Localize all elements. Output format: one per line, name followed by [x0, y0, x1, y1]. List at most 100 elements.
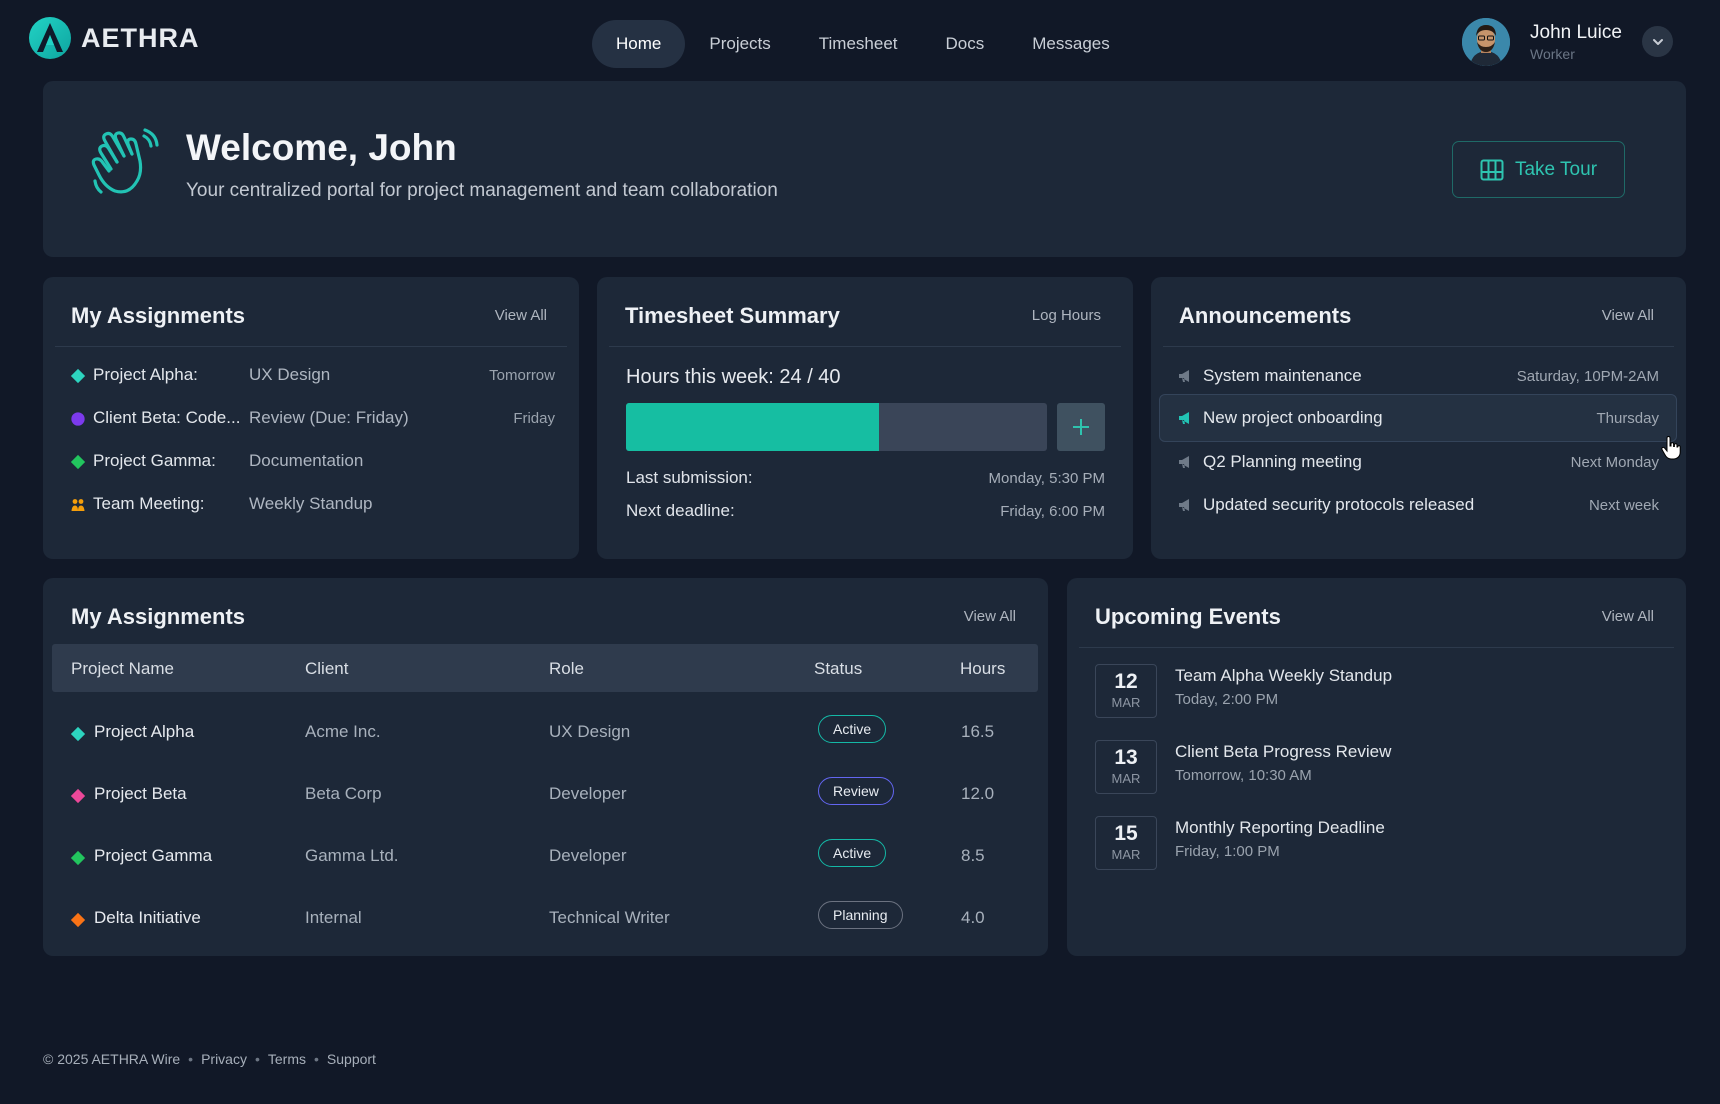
take-tour-button[interactable]: Take Tour [1452, 141, 1625, 198]
project-name[interactable]: Project Gamma [94, 846, 212, 866]
announcement-item[interactable]: System maintenance Saturday, 10PM-2AM [1159, 352, 1677, 400]
card-title: My Assignments [71, 604, 246, 629]
brand-logo[interactable]: AETHRA [28, 16, 200, 60]
assignment-due: Tomorrow [489, 367, 555, 384]
view-all-link[interactable]: View All [1602, 608, 1654, 625]
column-header[interactable]: Project Name [71, 659, 174, 679]
event-date-badge: 12 MAR [1095, 664, 1157, 718]
green-diamond-icon [70, 454, 86, 470]
announcement-title: New project onboarding [1203, 408, 1383, 427]
column-header[interactable]: Hours [960, 659, 1005, 679]
card-title: Announcements [1179, 303, 1352, 328]
role: Developer [549, 846, 627, 865]
status-badge: Planning [818, 901, 903, 929]
event-month: MAR [1111, 847, 1141, 862]
list-item[interactable]: Project Alpha: UX Design Tomorrow [70, 360, 555, 390]
client-name: Internal [305, 908, 362, 927]
hours: 8.5 [961, 846, 985, 865]
announcement-date: Saturday, 10PM-2AM [1516, 368, 1659, 385]
nav-projects[interactable]: Projects [685, 20, 794, 68]
add-hours-button[interactable] [1057, 403, 1105, 451]
separator: • [314, 1051, 319, 1067]
waving-hand-icon [91, 128, 159, 194]
column-header[interactable]: Client [305, 659, 348, 679]
orange-diamond-icon [70, 912, 86, 928]
announcement-title: Q2 Planning meeting [1203, 452, 1362, 471]
hours-progress-fill [626, 403, 879, 451]
copyright: © 2025 AETHRA Wire [43, 1051, 181, 1067]
nav-timesheet[interactable]: Timesheet [795, 20, 922, 68]
assignment-detail: Documentation [249, 451, 364, 470]
table-row[interactable]: Delta Initiative Internal Technical Writ… [52, 888, 1038, 950]
announcement-item[interactable]: New project onboarding Thursday [1159, 394, 1677, 442]
table-header: Project Name Client Role Status Hours [52, 644, 1038, 692]
view-all-link[interactable]: View All [1602, 307, 1654, 324]
list-item[interactable]: Project Gamma: Documentation [70, 446, 555, 476]
announcement-item[interactable]: Updated security protocols released Next… [1159, 481, 1677, 529]
timesheet-summary-card: Timesheet Summary Log Hours Hours this w… [597, 277, 1133, 559]
announcement-item[interactable]: Q2 Planning meeting Next Monday [1159, 438, 1677, 486]
client-name: Beta Corp [305, 784, 382, 803]
view-all-link[interactable]: View All [495, 307, 547, 324]
hours: 12.0 [961, 784, 995, 803]
avatar[interactable] [1462, 18, 1510, 66]
table-row[interactable]: Project Beta Beta Corp Developer Review … [52, 764, 1038, 826]
event-date-badge: 13 MAR [1095, 740, 1157, 794]
assignment-detail: Review (Due: Friday) [249, 408, 409, 427]
project-name[interactable]: Delta Initiative [94, 908, 201, 928]
event-item[interactable]: 12 MAR Team Alpha Weekly Standup Today, … [1095, 664, 1655, 718]
main-nav: Home Projects Timesheet Docs Messages [592, 20, 1134, 68]
welcome-banner: Welcome, John Your centralized portal fo… [43, 81, 1686, 257]
list-item[interactable]: Team Meeting: Weekly Standup [71, 489, 555, 519]
nav-docs[interactable]: Docs [922, 20, 1009, 68]
hours: 4.0 [961, 908, 985, 927]
event-day: 13 [1114, 746, 1138, 769]
take-tour-label: Take Tour [1514, 158, 1598, 180]
nav-home[interactable]: Home [592, 20, 686, 68]
support-link[interactable]: Support [327, 1051, 376, 1067]
announcement-date: Next week [1588, 497, 1659, 514]
project-name[interactable]: Project Beta [94, 784, 187, 804]
assignment-detail: UX Design [249, 365, 331, 384]
event-time: Friday, 1:00 PM [1175, 843, 1280, 860]
role: Technical Writer [549, 908, 670, 927]
nav-messages[interactable]: Messages [1008, 20, 1133, 68]
assignment-due: Friday [513, 410, 555, 427]
table-row[interactable]: Project Gamma Gamma Ltd. Developer Activ… [52, 826, 1038, 888]
user-menu-toggle[interactable] [1642, 26, 1673, 57]
event-item[interactable]: 15 MAR Monthly Reporting Deadline Friday… [1095, 816, 1655, 870]
log-hours-link[interactable]: Log Hours [1032, 307, 1101, 324]
status-badge: Review [818, 777, 894, 805]
terms-link[interactable]: Terms [268, 1051, 306, 1067]
user-profile[interactable]: John Luice Worker [1462, 18, 1673, 66]
list-item[interactable]: Client Beta: Code... Review (Due: Friday… [71, 403, 555, 433]
event-title: Team Alpha Weekly Standup [1175, 666, 1393, 685]
status-badge: Active [818, 715, 887, 743]
assignments-table-card: My Assignments View All Project Name Cli… [43, 578, 1048, 956]
divider [55, 346, 567, 347]
megaphone-icon [1179, 370, 1189, 382]
next-deadline-label: Next deadline: [626, 501, 735, 520]
column-header[interactable]: Status [814, 659, 862, 679]
event-day: 12 [1114, 670, 1138, 693]
project-name[interactable]: Project Alpha [94, 722, 194, 742]
teal-diamond-icon [70, 726, 86, 742]
chevron-down-icon [1652, 38, 1663, 45]
column-header[interactable]: Role [549, 659, 584, 679]
separator: • [188, 1051, 194, 1067]
event-title: Client Beta Progress Review [1175, 742, 1392, 761]
hours: 16.5 [961, 722, 995, 741]
event-item[interactable]: 13 MAR Client Beta Progress Review Tomor… [1095, 740, 1655, 794]
announcement-title: System maintenance [1203, 366, 1362, 385]
hours-progress-bar [626, 403, 1047, 451]
announcements-card: Announcements View All System maintenanc… [1151, 277, 1686, 559]
megaphone-icon [1179, 456, 1189, 468]
role: Developer [549, 784, 627, 803]
divider [1163, 346, 1674, 347]
privacy-link[interactable]: Privacy [201, 1051, 247, 1067]
table-row[interactable]: Project Alpha Acme Inc. UX Design Active… [52, 702, 1038, 764]
next-deadline-row: Next deadline: Friday, 6:00 PM [626, 501, 1105, 521]
view-all-link[interactable]: View All [964, 608, 1016, 625]
map-book-icon [1480, 159, 1504, 180]
announcement-date: Thursday [1596, 410, 1659, 427]
